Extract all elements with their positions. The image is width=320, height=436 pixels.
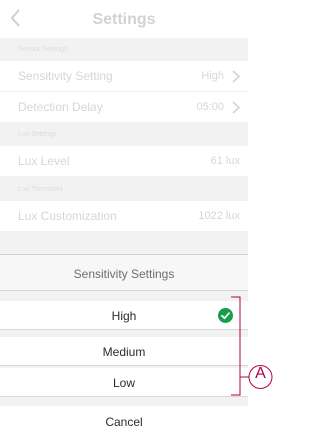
row-sensitivity-setting[interactable]: Sensitivity Setting High [0,61,248,91]
page-title: Settings [92,11,156,28]
option-label: Low [112,376,135,390]
section-header-lux: Lux Settings [18,131,57,138]
row-label: Detection Delay [18,100,103,114]
checkmark-circle-icon [218,308,233,323]
row-lux-level: Lux Level 61 lux [0,146,248,176]
chevron-right-icon [232,70,241,83]
row-value: 61 lux [210,155,240,167]
option-medium[interactable]: Medium [0,337,248,366]
action-sheet-title: Sensitivity Settings [73,267,175,281]
row-label: Sensitivity Setting [18,69,113,83]
row-label: Lux Customization [18,209,117,223]
phone-screen: Settings Sensor Settings Sensitivity Set… [0,0,248,436]
row-value: 05:00 [196,101,224,113]
section-header-sensor: Sensor Settings [18,46,68,53]
row-value: 1022 lux [198,210,240,222]
row-value: High [201,70,224,82]
cancel-button[interactable]: Cancel [0,406,248,436]
option-label: High [111,309,137,323]
row-detection-delay[interactable]: Detection Delay 05:00 [0,92,248,122]
nav-bar: Settings [0,0,248,38]
cancel-label: Cancel [105,415,143,429]
option-high[interactable]: High [0,301,248,330]
option-low[interactable]: Low [0,368,248,397]
action-sheet-header: Sensitivity Settings [0,254,248,291]
section-header-lux-threshold: Lux Threshold [18,186,63,193]
chevron-right-icon [232,101,241,114]
sensitivity-action-sheet: Sensitivity Settings High Medium Low Can… [0,254,248,436]
callout-label: A [255,365,266,382]
row-label: Lux Level [18,154,70,168]
row-lux-customization[interactable]: Lux Customization 1022 lux [0,201,248,231]
option-label: Medium [102,345,146,359]
